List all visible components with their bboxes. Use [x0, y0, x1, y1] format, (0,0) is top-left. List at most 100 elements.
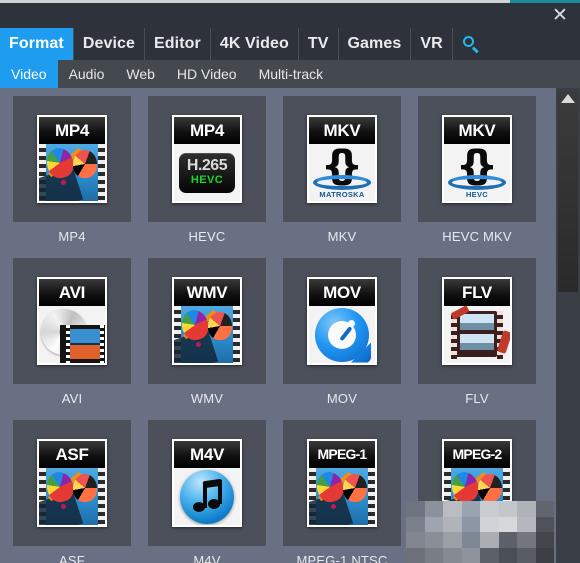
tab-vr[interactable]: VR — [411, 28, 453, 60]
format-grid-panel: MP4 MP4 MP4 H.265 HEVC HEVC MKV{} MATROSKA MKV MK… — [0, 88, 580, 563]
music-note-art — [180, 469, 234, 524]
mosaic-block — [498, 547, 517, 563]
file-type-badge: MP4 — [174, 117, 240, 144]
format-caption: M4V — [193, 553, 221, 563]
format-caption: FLV — [465, 391, 489, 406]
balloon-photo-art — [39, 468, 105, 525]
format-caption: MP4 — [58, 229, 86, 244]
mosaic-block — [424, 532, 443, 548]
format-cell-wmv[interactable]: WMV WMV — [148, 258, 266, 414]
format-tile-mkv[interactable]: MKV{} MATROSKA — [283, 96, 401, 222]
quicktime-logo-art — [315, 307, 371, 363]
format-tile-flv[interactable]: FLV — [418, 258, 536, 384]
format-tile-asf[interactable]: ASF — [13, 420, 131, 546]
mosaic-block — [535, 501, 554, 517]
format-tile-avi[interactable]: AVI — [13, 258, 131, 384]
format-tile-hevc-mkv[interactable]: MKV{} HEVC — [418, 96, 536, 222]
matroska-braces-art: {} HEVC — [446, 146, 508, 200]
file-icon-flv: FLV — [442, 277, 512, 365]
hevc-codec-label: H.265 — [186, 157, 228, 174]
mosaic-block — [498, 516, 517, 532]
format-caption: MPEG-1 NTSC — [296, 553, 388, 563]
search-icon — [462, 35, 480, 53]
converter-window: ✕ Format Device Editor 4K Video TV Games VR Vi… — [0, 0, 580, 563]
tab-games[interactable]: Games — [338, 28, 412, 60]
file-icon-m4v: M4V — [172, 439, 242, 527]
subtab-multi-track[interactable]: Multi-track — [248, 60, 335, 88]
mkv-sub-label: MATROSKA — [319, 189, 365, 199]
file-icon-hevc: MP4 H.265 HEVC — [172, 115, 242, 203]
hevc-badge-art: H.265 HEVC — [179, 152, 235, 193]
tab-4k-video[interactable]: 4K Video — [210, 28, 299, 60]
file-type-badge: MOV — [309, 279, 375, 306]
format-cell-mp4[interactable]: MP4 MP4 — [13, 96, 131, 252]
subtab-audio[interactable]: Audio — [58, 60, 116, 88]
subtab-hd-video[interactable]: HD Video — [166, 60, 248, 88]
mosaic-block — [480, 516, 499, 532]
matroska-braces-art: {} MATROSKA — [311, 146, 373, 200]
format-cell-asf[interactable]: ASF ASF — [13, 420, 131, 563]
search-button[interactable] — [452, 28, 490, 60]
format-tile-mpeg-1-ntsc[interactable]: MPEG-1 — [283, 420, 401, 546]
format-cell-mkv[interactable]: MKV{} MATROSKA MKV — [283, 96, 401, 252]
mosaic-block — [443, 532, 462, 548]
format-caption: MKV — [327, 229, 357, 244]
format-caption: AVI — [61, 391, 83, 406]
mosaic-block — [517, 501, 536, 517]
mosaic-block — [406, 547, 425, 563]
window-titlebar — [0, 3, 580, 28]
file-type-badge: MKV — [309, 117, 375, 144]
mosaic-block — [480, 501, 499, 517]
file-type-badge: MKV — [444, 117, 510, 144]
format-tile-mp4[interactable]: MP4 — [13, 96, 131, 222]
mkv-sub-label: HEVC — [465, 189, 489, 199]
format-cell-avi[interactable]: AVI AVI — [13, 258, 131, 414]
tab-tv[interactable]: TV — [298, 28, 339, 60]
scrollbar-thumb[interactable] — [558, 92, 578, 292]
format-grid: MP4 MP4 MP4 H.265 HEVC HEVC MKV{} MATROSKA MKV MK… — [0, 88, 556, 563]
format-caption: ASF — [59, 553, 85, 563]
mosaic-block — [424, 547, 443, 563]
mosaic-block — [461, 516, 480, 532]
file-type-badge: AVI — [39, 279, 105, 306]
format-tile-mov[interactable]: MOV — [283, 258, 401, 384]
mosaic-block — [535, 547, 554, 563]
format-cell-mpeg-1-ntsc[interactable]: MPEG-1 MPEG-1 NTSC — [283, 420, 401, 563]
format-tile-m4v[interactable]: M4V — [148, 420, 266, 546]
format-caption: HEVC — [188, 229, 226, 244]
mosaic-block — [498, 532, 517, 548]
balloon-photo-art — [39, 144, 105, 201]
balloon-photo-art — [309, 468, 375, 525]
file-icon-wmv: WMV — [172, 277, 242, 365]
mosaic-block — [535, 516, 554, 532]
format-tile-hevc[interactable]: MP4 H.265 HEVC — [148, 96, 266, 222]
mosaic-block — [498, 501, 517, 517]
format-cell-flv[interactable]: FLV FLV — [418, 258, 536, 414]
format-caption: WMV — [190, 391, 224, 406]
close-icon[interactable]: ✕ — [548, 4, 572, 26]
mosaic-block — [406, 532, 425, 548]
format-cell-hevc[interactable]: MP4 H.265 HEVC HEVC — [148, 96, 266, 252]
mosaic-block — [461, 547, 480, 563]
file-icon-mpeg-1-ntsc: MPEG-1 — [307, 439, 377, 527]
scroll-up-arrow-icon[interactable] — [561, 94, 575, 103]
format-cell-hevc-mkv[interactable]: MKV{} HEVC HEVC MKV — [418, 96, 536, 252]
tab-device[interactable]: Device — [73, 28, 146, 60]
format-cell-mov[interactable]: MOV MOV — [283, 258, 401, 414]
subtab-video[interactable]: Video — [0, 60, 58, 88]
mosaic-block — [480, 547, 499, 563]
file-type-badge: M4V — [174, 441, 240, 468]
tab-editor[interactable]: Editor — [145, 28, 211, 60]
file-icon-avi: AVI — [37, 277, 107, 365]
format-tile-wmv[interactable]: WMV — [148, 258, 266, 384]
file-type-badge: WMV — [174, 279, 240, 306]
mosaic-block — [517, 516, 536, 532]
file-icon-asf: ASF — [37, 439, 107, 527]
tab-format[interactable]: Format — [0, 28, 74, 60]
subtab-web[interactable]: Web — [115, 60, 166, 88]
format-cell-m4v[interactable]: M4V M4V — [148, 420, 266, 563]
mosaic-block — [461, 532, 480, 548]
format-caption: HEVC MKV — [442, 229, 512, 244]
mosaic-block — [517, 532, 536, 548]
file-icon-hevc-mkv: MKV{} HEVC — [442, 115, 512, 203]
